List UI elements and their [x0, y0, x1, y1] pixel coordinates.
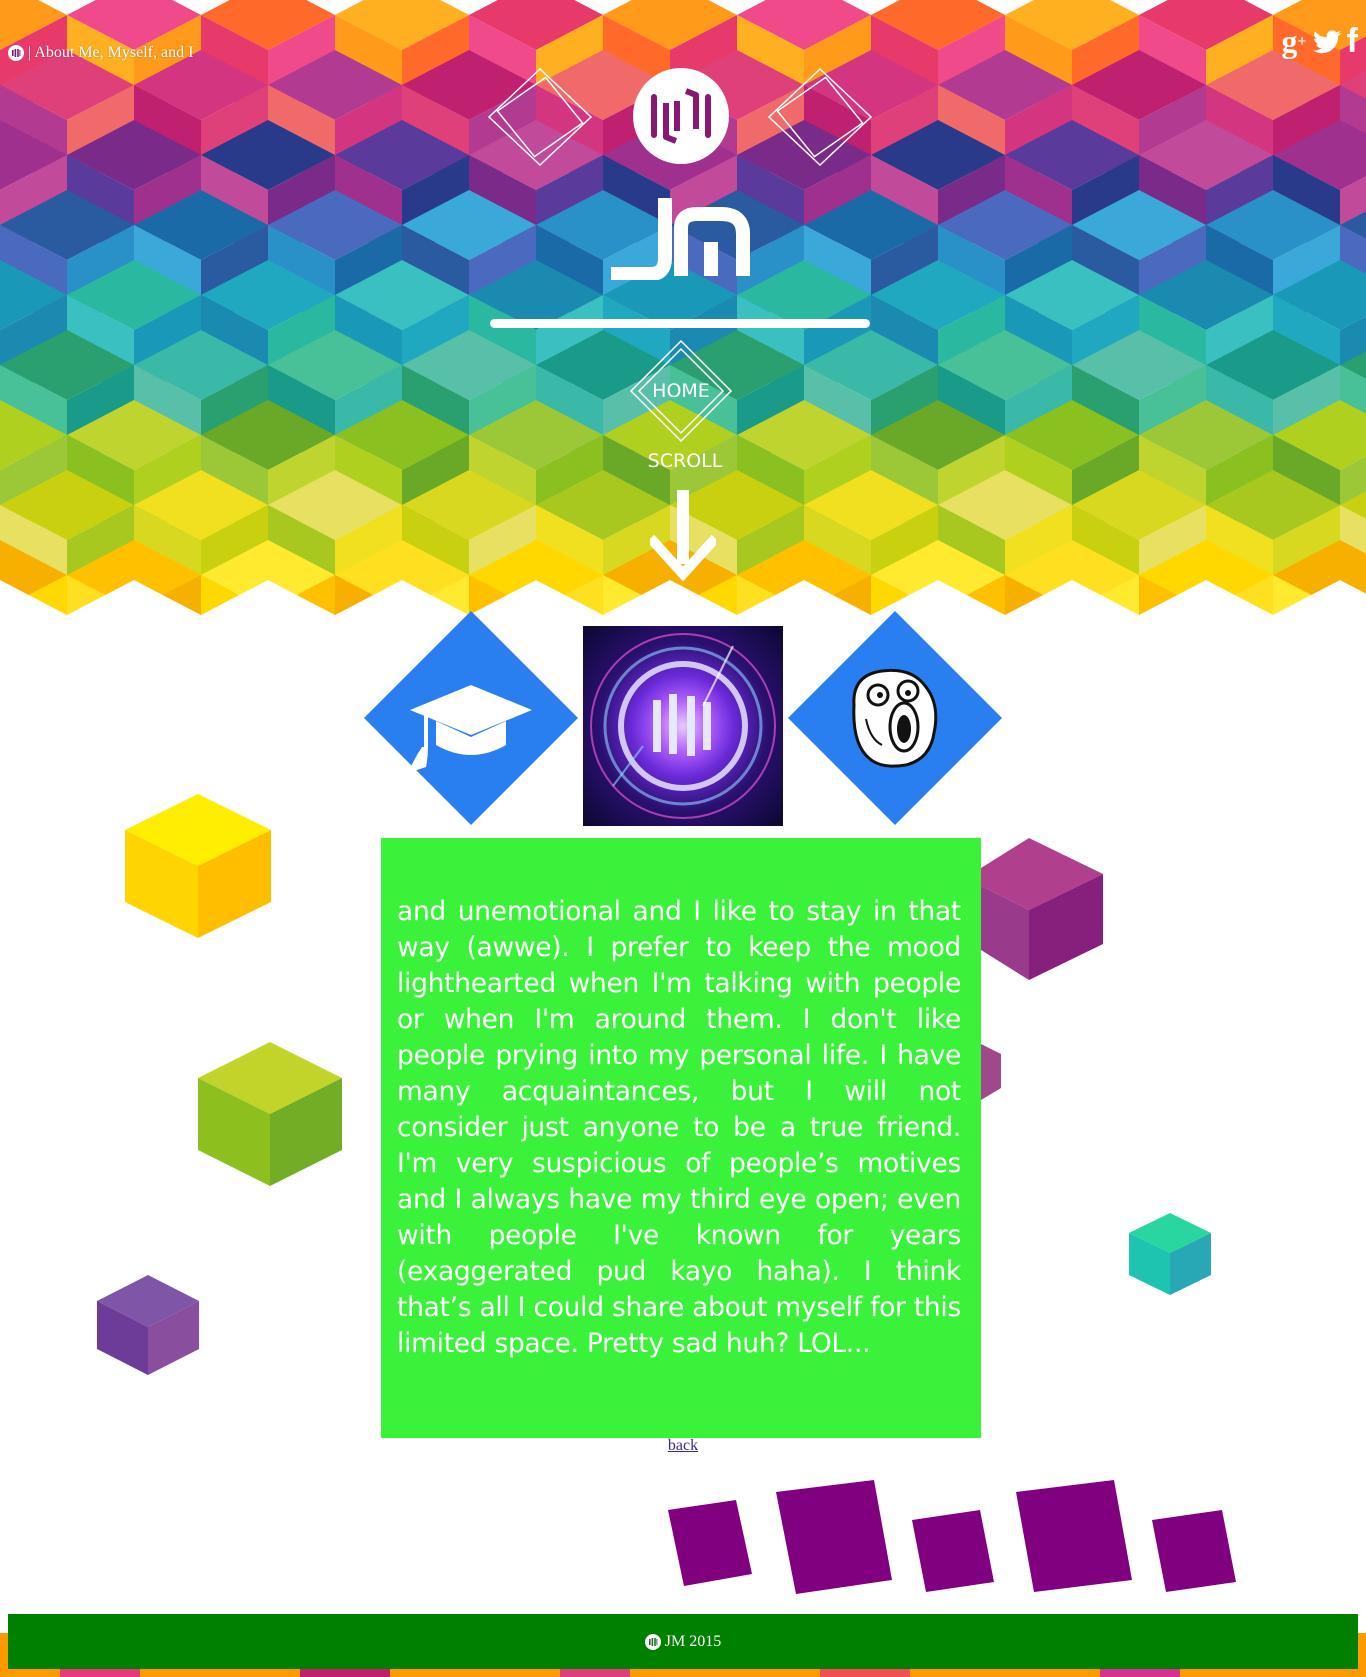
- footer-logo-icon: [644, 1633, 661, 1650]
- home-nav-link[interactable]: HOME: [628, 338, 734, 444]
- purple-tile: [776, 1480, 892, 1594]
- back-link-row: back: [0, 1437, 1366, 1455]
- lol-face-icon: [852, 668, 938, 768]
- footer: JM 2015: [8, 1614, 1358, 1669]
- back-link[interactable]: back: [668, 1437, 698, 1454]
- home-label: HOME: [652, 380, 710, 402]
- education-diamond[interactable]: [362, 609, 580, 827]
- jm-wordmark-logo: [611, 198, 750, 280]
- decor-cube-magenta: [981, 838, 1103, 980]
- profile-logo-image: [583, 626, 783, 826]
- footer-copyright: JM 2015: [664, 1632, 722, 1650]
- purple-tile: [912, 1510, 994, 1592]
- site-title[interactable]: | About Me, Myself, and I: [8, 44, 193, 62]
- site-title-text: | About Me, Myself, and I: [28, 44, 194, 61]
- purple-tile: [668, 1500, 752, 1586]
- scroll-label: SCROLL: [647, 450, 723, 472]
- decor-cube-yellow: [125, 794, 271, 938]
- about-text-box: and unemotional and I like to stay in th…: [381, 838, 981, 1438]
- trollface-diamond[interactable]: [786, 609, 1004, 827]
- decor-cube-magenta-edge: [981, 1044, 1001, 1100]
- google-plus-icon[interactable]: g +: [1282, 23, 1307, 60]
- arrow-down-icon[interactable]: [650, 490, 716, 582]
- purple-tiles: [668, 1480, 1236, 1594]
- decor-cube-teal: [1129, 1213, 1211, 1295]
- decor-cube-lime: [198, 1042, 342, 1186]
- about-paragraph: and unemotional and I like to stay in th…: [397, 896, 961, 1359]
- left-outline-diamond: [487, 67, 593, 167]
- header-divider: [490, 319, 870, 328]
- purple-tile: [1152, 1510, 1236, 1592]
- purple-tile: [1016, 1480, 1132, 1592]
- twitter-icon[interactable]: [1312, 29, 1341, 54]
- decor-cube-purple: [97, 1275, 199, 1375]
- social-links: g + f: [1282, 22, 1358, 61]
- right-outline-diamond: [767, 67, 873, 167]
- facebook-icon[interactable]: f: [1347, 22, 1358, 61]
- site-logo-icon: [8, 45, 24, 61]
- brand-logo-icon: [633, 68, 729, 164]
